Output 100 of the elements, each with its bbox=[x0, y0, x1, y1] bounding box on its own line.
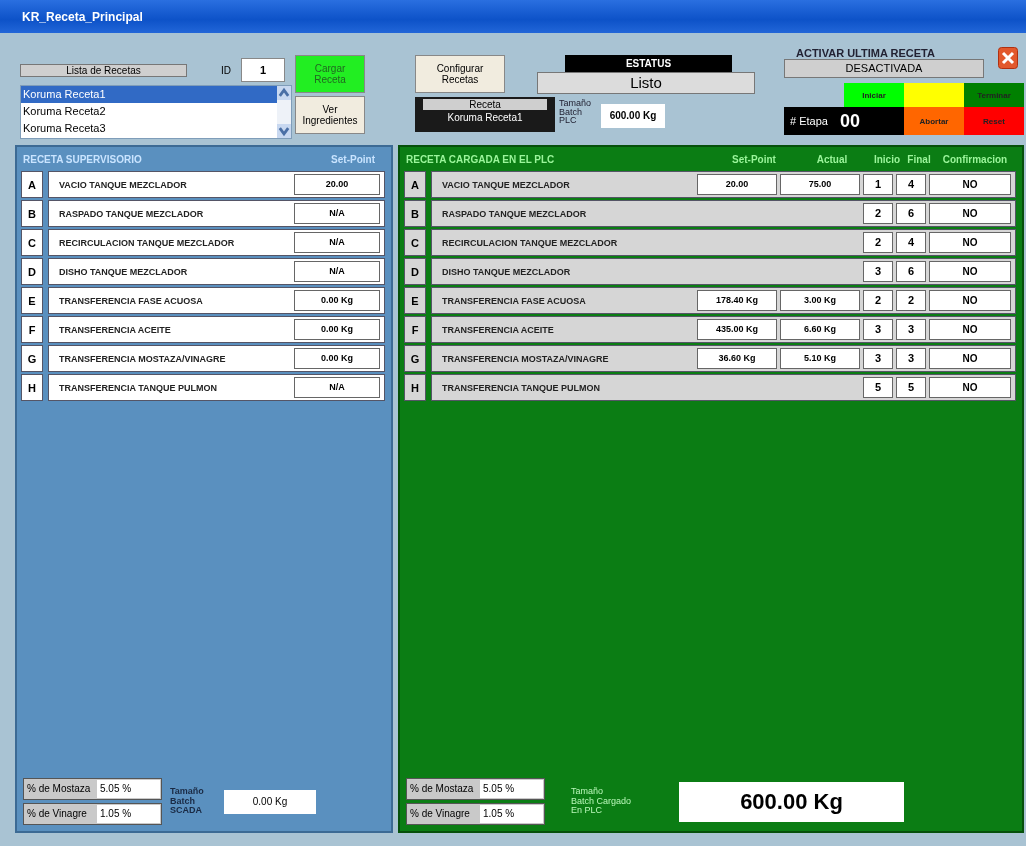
step-name: DISHO TANQUE MEZCLADOR bbox=[442, 266, 572, 277]
step-name: VACIO TANQUE MEZCLADOR bbox=[442, 179, 571, 190]
start-step-field: 3 bbox=[863, 348, 893, 369]
id-field[interactable]: 1 bbox=[241, 58, 285, 82]
step-name: DISHO TANQUE MEZCLADOR bbox=[59, 266, 189, 277]
step-letter: H bbox=[404, 374, 426, 401]
list-item[interactable]: Koruma Receta3 bbox=[21, 120, 277, 137]
setpoint-field: N/A bbox=[294, 203, 380, 224]
start-step-field: 1 bbox=[863, 174, 893, 195]
control-button[interactable]: Iniciar bbox=[844, 83, 904, 107]
step-name: TRANSFERENCIA TANQUE PULMON bbox=[442, 382, 601, 393]
step-name: TRANSFERENCIA ACEITE bbox=[442, 324, 555, 335]
start-step-field: 2 bbox=[863, 203, 893, 224]
start-step-field: 3 bbox=[863, 261, 893, 282]
step-letter: G bbox=[21, 345, 43, 372]
step-letter: A bbox=[404, 171, 426, 198]
step-name: RECIRCULACION TANQUE MEZCLADOR bbox=[442, 237, 619, 248]
column-header: Final bbox=[906, 153, 932, 165]
step-letter: F bbox=[21, 316, 43, 343]
setpoint-field: N/A bbox=[294, 261, 380, 282]
step-name: RASPADO TANQUE MEZCLADOR bbox=[442, 208, 588, 219]
configure-button[interactable]: Configurar Recetas bbox=[415, 55, 505, 93]
step-name: TRANSFERENCIA MOSTAZA/VINAGRE bbox=[442, 353, 610, 364]
batch-field: 600.00 Kg bbox=[679, 781, 904, 822]
step-name: TRANSFERENCIA MOSTAZA/VINAGRE bbox=[59, 353, 227, 364]
end-step-field: 5 bbox=[896, 377, 926, 398]
confirmation-field: NO bbox=[929, 290, 1011, 311]
stage-value: 00 bbox=[839, 110, 860, 132]
status-field: Listo bbox=[537, 72, 755, 94]
end-step-field: 6 bbox=[896, 261, 926, 282]
start-step-field: 3 bbox=[863, 319, 893, 340]
load-recipe-button[interactable]: Cargar Receta bbox=[295, 55, 365, 93]
setpoint-field: 20.00 bbox=[697, 174, 777, 195]
step-name: RASPADO TANQUE MEZCLADOR bbox=[59, 208, 205, 219]
confirmation-field: NO bbox=[929, 348, 1011, 369]
step-letter: B bbox=[404, 200, 426, 227]
batch-field: 600.00 Kg bbox=[601, 104, 665, 128]
end-step-field: 4 bbox=[896, 174, 926, 195]
step-letter: C bbox=[21, 229, 43, 256]
list-item[interactable]: Koruma Receta1 bbox=[21, 86, 277, 103]
window-title: KR_Receta_Principal bbox=[22, 9, 143, 24]
end-step-field: 6 bbox=[896, 203, 926, 224]
batch-label: Tamaño Batch SCADA bbox=[170, 787, 205, 816]
batch-label: Tamaño Batch PLC bbox=[559, 99, 593, 125]
panel-title: RECETA CARGADA EN EL PLC bbox=[406, 153, 556, 165]
step-name: VACIO TANQUE MEZCLADOR bbox=[59, 179, 188, 190]
start-step-field: 2 bbox=[863, 232, 893, 253]
setpoint-field: 0.00 Kg bbox=[294, 290, 380, 311]
step-letter: H bbox=[21, 374, 43, 401]
step-letter: D bbox=[21, 258, 43, 285]
step-letter: D bbox=[404, 258, 426, 285]
confirmation-field: NO bbox=[929, 174, 1011, 195]
step-name: TRANSFERENCIA TANQUE PULMON bbox=[59, 382, 218, 393]
scroll-bar[interactable] bbox=[277, 86, 291, 138]
column-header: Set-Point bbox=[731, 153, 777, 165]
setpoint-field: 20.00 bbox=[294, 174, 380, 195]
column-header: Confirmacion bbox=[941, 153, 1009, 165]
step-name: RECIRCULACION TANQUE MEZCLADOR bbox=[59, 237, 236, 248]
confirmation-field: NO bbox=[929, 203, 1011, 224]
start-step-field: 5 bbox=[863, 377, 893, 398]
actual-field: 6.60 Kg bbox=[780, 319, 860, 340]
control-button[interactable]: Abortar bbox=[904, 107, 964, 135]
step-name: TRANSFERENCIA FASE ACUOSA bbox=[442, 295, 587, 306]
end-step-field: 4 bbox=[896, 232, 926, 253]
step-letter: A bbox=[21, 171, 43, 198]
actual-field: 3.00 Kg bbox=[780, 290, 860, 311]
id-label: ID bbox=[221, 64, 231, 76]
close-icon[interactable] bbox=[998, 47, 1018, 69]
scroll-down-icon[interactable] bbox=[277, 124, 291, 138]
step-letter: B bbox=[21, 200, 43, 227]
setpoint-field: 435.00 Kg bbox=[697, 319, 777, 340]
recipe-value: Koruma Receta1 bbox=[447, 112, 523, 123]
step-name: TRANSFERENCIA FASE ACUOSA bbox=[59, 295, 204, 306]
last-recipe-label: ACTIVAR ULTIMA RECETA bbox=[796, 47, 935, 59]
start-step-field: 2 bbox=[863, 290, 893, 311]
panel-title: RECETA SUPERVISORIO bbox=[23, 153, 143, 165]
list-label: Lista de Recetas bbox=[20, 63, 187, 77]
status-header: ESTATUS bbox=[565, 55, 732, 72]
list-item[interactable]: Koruma Receta2 bbox=[21, 103, 277, 120]
actual-field: 75.00 bbox=[780, 174, 860, 195]
recipe-listbox[interactable]: Koruma Receta1 Koruma Receta2 Koruma Receta3 bbox=[20, 85, 292, 139]
step-letter: F bbox=[404, 316, 426, 343]
setpoint-field: N/A bbox=[294, 232, 380, 253]
ingredients-button[interactable]: Ver Ingredientes bbox=[295, 96, 365, 134]
scroll-up-icon[interactable] bbox=[277, 86, 291, 100]
batch-field: 0.00 Kg bbox=[224, 789, 316, 814]
recipe-label: Receta bbox=[423, 99, 547, 110]
stage-label: # Etapa bbox=[790, 115, 828, 127]
confirmation-field: NO bbox=[929, 377, 1011, 398]
step-letter: C bbox=[404, 229, 426, 256]
batch-label: Tamaño Batch Cargado En PLC bbox=[571, 787, 633, 816]
step-letter: E bbox=[21, 287, 43, 314]
column-header: Inicio bbox=[872, 153, 902, 165]
control-button[interactable]: Reset bbox=[964, 107, 1024, 135]
confirmation-field: NO bbox=[929, 232, 1011, 253]
end-step-field: 2 bbox=[896, 290, 926, 311]
last-recipe-field[interactable]: DESACTIVADA bbox=[784, 59, 984, 78]
confirmation-field: NO bbox=[929, 319, 1011, 340]
setpoint-field: 178.40 Kg bbox=[697, 290, 777, 311]
step-letter: E bbox=[404, 287, 426, 314]
